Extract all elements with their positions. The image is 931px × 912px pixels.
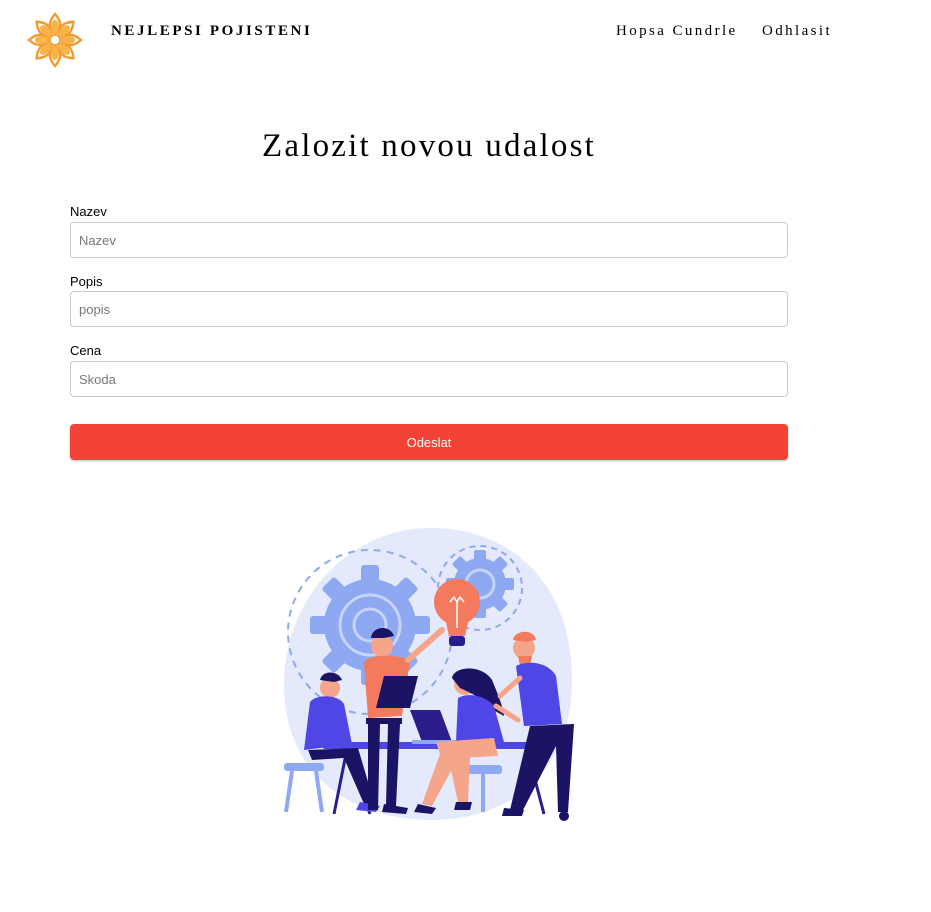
description-label: Popis (70, 274, 103, 289)
sun-flower-logo-icon[interactable] (27, 12, 83, 68)
site-header: NEJLEPSI POJISTENI Hopsa Cundrle Odhlasi… (0, 0, 931, 80)
submit-button[interactable]: Odeslat (70, 424, 788, 460)
brand-name[interactable]: NEJLEPSI POJISTENI (111, 23, 312, 40)
price-input[interactable] (70, 361, 788, 397)
nav-logout-link[interactable]: Odhlasit (762, 23, 832, 40)
name-input[interactable] (70, 222, 788, 258)
page-title: Zalozit novou udalost (262, 128, 596, 164)
price-label: Cena (70, 343, 102, 358)
name-label: Nazev (70, 204, 107, 219)
nav-user-link[interactable]: Hopsa Cundrle (616, 23, 738, 40)
team-brainstorming-illustration (284, 527, 574, 821)
description-input[interactable] (70, 291, 788, 327)
